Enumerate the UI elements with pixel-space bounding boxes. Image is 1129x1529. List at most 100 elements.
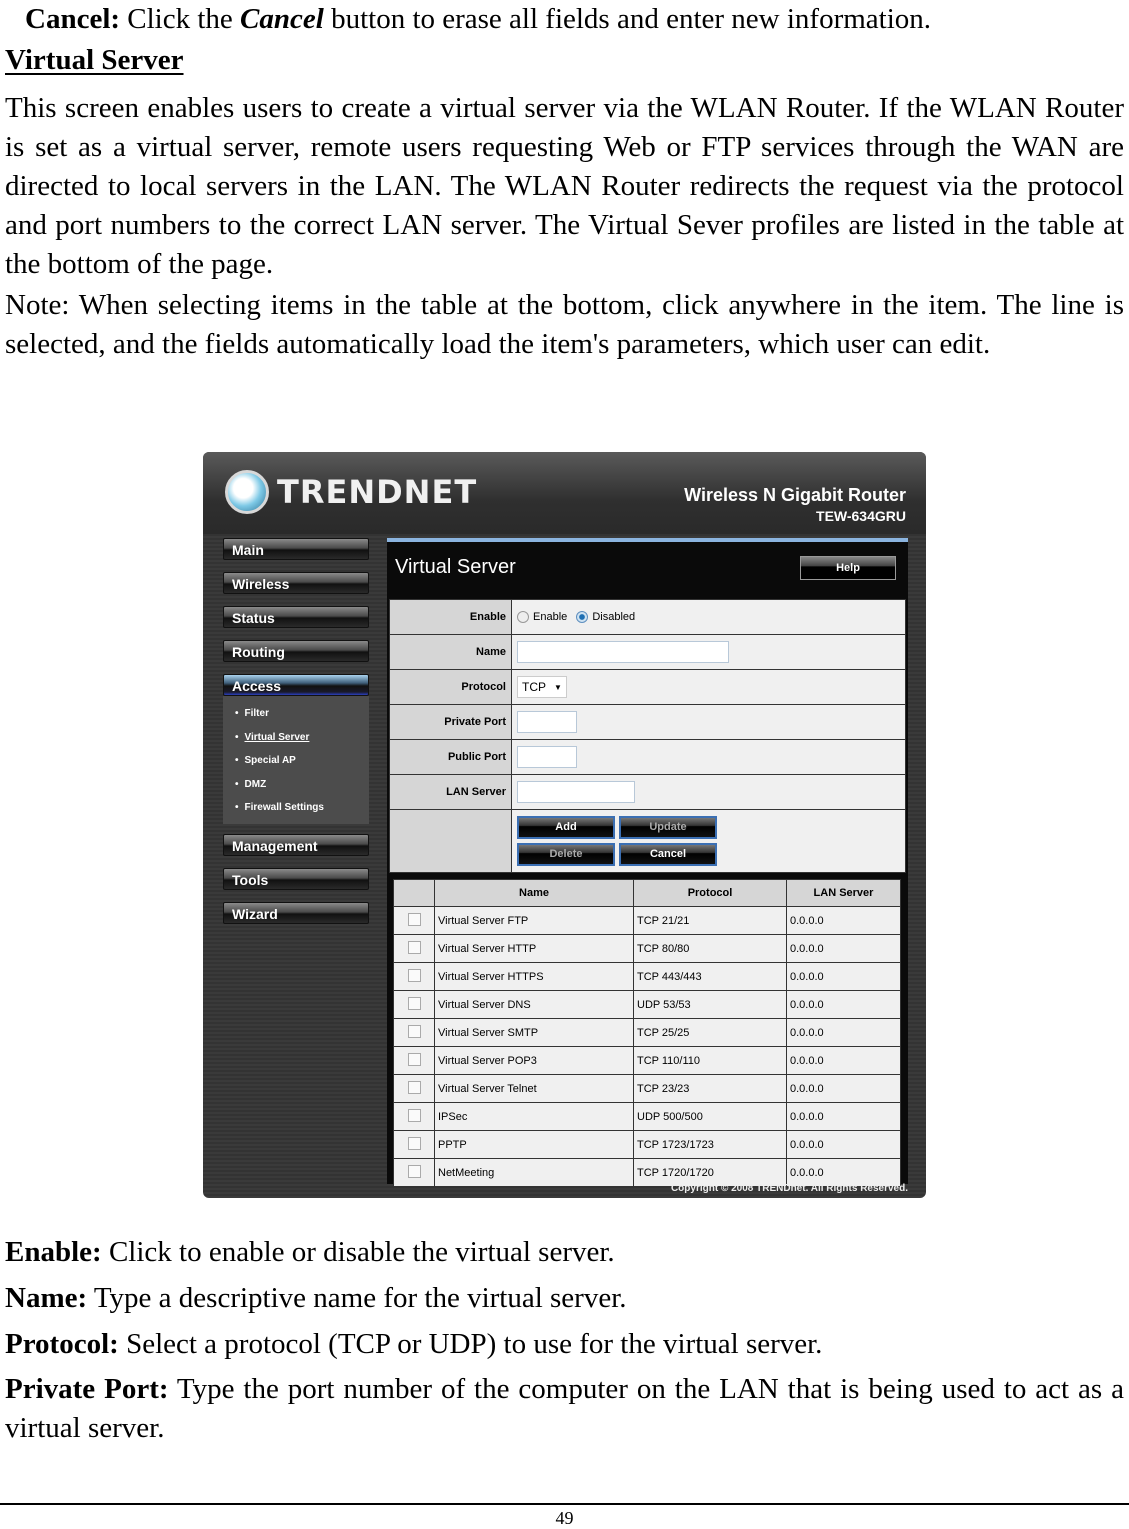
name-label: Name (389, 634, 512, 670)
name-input[interactable] (517, 641, 729, 663)
row-checkbox[interactable] (407, 968, 421, 982)
help-button[interactable]: Help (800, 556, 896, 580)
product-model: TEW-634GRU (816, 508, 906, 524)
private-port-input[interactable] (517, 711, 577, 733)
submenu-virtual-server[interactable]: Virtual Server (223, 726, 369, 750)
row-lan-server: 0.0.0.0 (786, 962, 901, 991)
row-checkbox[interactable] (407, 1024, 421, 1038)
row-lan-server: 0.0.0.0 (786, 934, 901, 963)
enable-label: Enable (389, 599, 512, 635)
row-protocol: TCP 1723/1723 (633, 1130, 787, 1159)
row-checkbox[interactable] (407, 996, 421, 1010)
row-name: PPTP (434, 1130, 634, 1159)
definition-text: Type the port number of the computer on … (5, 1373, 1124, 1444)
row-name: Virtual Server DNS (434, 990, 634, 1019)
col-name: Name (434, 879, 634, 907)
protocol-label: Protocol (389, 669, 512, 705)
row-lan-server: 0.0.0.0 (786, 906, 901, 935)
cancel-em: Cancel (240, 3, 324, 35)
row-checkbox[interactable] (407, 1164, 421, 1178)
definition-item: Name: Type a descriptive name for the vi… (5, 1279, 1124, 1318)
delete-button[interactable]: Delete (517, 843, 615, 866)
submenu-dmz[interactable]: DMZ (223, 773, 369, 797)
row-name: Virtual Server FTP (434, 906, 634, 935)
table-body: Virtual Server FTP TCP 21/21 0.0.0.0 Virtua… (393, 906, 901, 1187)
table-row[interactable]: Virtual Server HTTPS TCP 443/443 0.0.0.0 (393, 962, 901, 991)
update-button[interactable]: Update (619, 816, 717, 839)
enable-radio[interactable] (517, 611, 529, 624)
nav-main[interactable]: Main (223, 538, 369, 560)
copyright: Copyright © 2008 TRENDnet. All Rights Re… (670, 1183, 908, 1194)
disabled-radio[interactable] (576, 611, 589, 624)
row-checkbox[interactable] (407, 1136, 421, 1150)
row-name: IPSec (434, 1102, 634, 1131)
table-row[interactable]: Virtual Server FTP TCP 21/21 0.0.0.0 (393, 906, 901, 935)
row-name: Virtual Server Telnet (434, 1074, 634, 1103)
table-row[interactable]: Virtual Server Telnet TCP 23/23 0.0.0.0 (393, 1074, 901, 1103)
cancel-button[interactable]: Cancel (619, 843, 717, 866)
table-row[interactable]: PPTP TCP 1723/1723 0.0.0.0 (393, 1130, 901, 1159)
private-port-label: Private Port (389, 704, 512, 740)
virtual-server-table: Name Protocol LAN Server Virtual Server … (393, 879, 901, 1187)
lan-server-label: LAN Server (389, 774, 512, 810)
nav-access[interactable]: Access (223, 674, 369, 696)
nav-management[interactable]: Management (223, 833, 369, 856)
public-port-input[interactable] (517, 746, 577, 768)
col-protocol: Protocol (633, 879, 787, 907)
trendnet-logo-icon (225, 470, 269, 514)
row-name: NetMeeting (434, 1158, 634, 1187)
definition-term: Enable: (5, 1236, 102, 1268)
protocol-select[interactable]: TCP ▼ (517, 676, 567, 698)
router-screenshot: TRENDNET Wireless N Gigabit Router TEW-6… (203, 452, 926, 1198)
public-port-label: Public Port (389, 739, 512, 775)
nav-status[interactable]: Status (223, 606, 369, 628)
row-protocol: UDP 500/500 (633, 1102, 787, 1131)
row-protocol: TCP 23/23 (633, 1074, 787, 1103)
definition-term: Private Port: (5, 1373, 169, 1405)
submenu-filter[interactable]: Filter (223, 702, 369, 726)
product-name: Wireless N Gigabit Router (684, 485, 906, 505)
row-protocol: TCP 110/110 (633, 1046, 787, 1075)
table-row[interactable]: Virtual Server HTTP TCP 80/80 0.0.0.0 (393, 934, 901, 963)
row-protocol: TCP 80/80 (633, 934, 787, 963)
row-checkbox[interactable] (407, 1052, 421, 1066)
definition-term: Protocol: (5, 1328, 119, 1360)
table-row[interactable]: Virtual Server DNS UDP 53/53 0.0.0.0 (393, 990, 901, 1019)
submenu-special-ap[interactable]: Special AP (223, 749, 369, 773)
definition-text: Click to enable or disable the virtual s… (101, 1236, 615, 1268)
table-row[interactable]: Virtual Server SMTP TCP 25/25 0.0.0.0 (393, 1018, 901, 1047)
nav-routing[interactable]: Routing (223, 640, 369, 662)
intro-paragraph: This screen enables users to create a vi… (5, 92, 1124, 280)
row-name: Virtual Server POP3 (434, 1046, 634, 1075)
nav-wireless[interactable]: Wireless (223, 572, 369, 594)
add-button[interactable]: Add (517, 816, 615, 839)
footer-divider (0, 1503, 1129, 1505)
col-select (393, 879, 435, 907)
nav-tools[interactable]: Tools (223, 867, 369, 890)
section-heading: Virtual Server (5, 44, 184, 76)
table-row[interactable]: IPSec UDP 500/500 0.0.0.0 (393, 1102, 901, 1131)
row-name: Virtual Server SMTP (434, 1018, 634, 1047)
row-checkbox[interactable] (407, 1080, 421, 1094)
page-number: 49 (555, 1508, 574, 1528)
table-row[interactable]: Virtual Server POP3 TCP 110/110 0.0.0.0 (393, 1046, 901, 1075)
trendnet-logo: TRENDNET (225, 470, 477, 514)
row-checkbox[interactable] (407, 912, 421, 926)
row-protocol: UDP 53/53 (633, 990, 787, 1019)
chevron-down-icon: ▼ (554, 682, 562, 692)
definition-text: Select a protocol (TCP or UDP) to use fo… (118, 1328, 823, 1360)
virtual-server-form: Enable Enable Disabled Name Protocol TCP… (389, 599, 906, 873)
router-header: TRENDNET Wireless N Gigabit Router TEW-6… (203, 452, 926, 534)
row-lan-server: 0.0.0.0 (786, 1018, 901, 1047)
page-title: Virtual Server (395, 556, 516, 578)
nav-wizard[interactable]: Wizard (223, 901, 369, 924)
row-protocol: TCP 443/443 (633, 962, 787, 991)
row-checkbox[interactable] (407, 940, 421, 954)
submenu-firewall-settings[interactable]: Firewall Settings (223, 796, 369, 820)
row-lan-server: 0.0.0.0 (786, 1046, 901, 1075)
lan-server-input[interactable] (517, 781, 635, 803)
row-lan-server: 0.0.0.0 (786, 1074, 901, 1103)
definition-text: Type a descriptive name for the virtual … (87, 1282, 627, 1314)
row-checkbox[interactable] (407, 1108, 421, 1122)
definition-item: Protocol: Select a protocol (TCP or UDP)… (5, 1325, 1124, 1364)
